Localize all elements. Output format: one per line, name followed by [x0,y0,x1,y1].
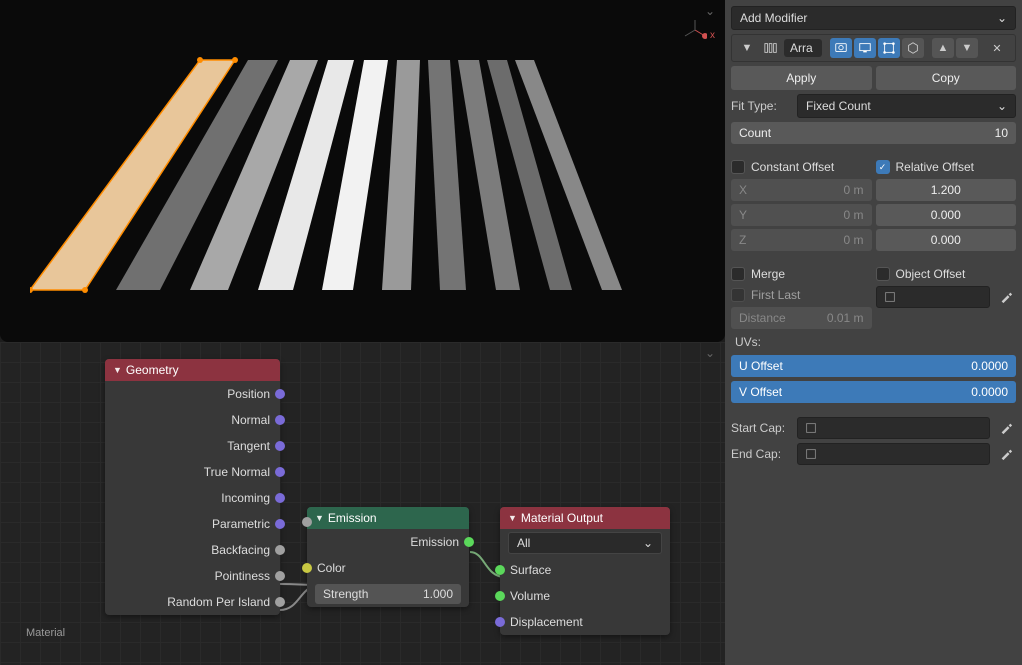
apply-button[interactable]: Apply [731,66,872,90]
modifier-header: ▼ Arra ▲ ▼ ✕ [731,34,1016,62]
start-cap-label: Start Cap: [731,421,791,435]
move-down-button[interactable]: ▼ [956,38,978,58]
node-title: Emission [328,511,377,525]
output-backfacing[interactable]: Backfacing [105,537,280,563]
end-cap-field[interactable] [797,443,990,465]
input-color[interactable]: Color [307,555,469,581]
add-modifier-dropdown[interactable]: Add Modifier ⌄ [731,6,1016,30]
constant-offset-checkbox[interactable] [731,160,745,174]
object-icon [883,290,897,304]
3d-viewport[interactable]: ⌄ x [0,0,725,342]
object-icon [804,447,818,461]
start-cap-field[interactable] [797,417,990,439]
editmode-toggle[interactable] [878,38,900,58]
eyedropper-icon[interactable] [996,444,1016,464]
node-header[interactable]: ▼ Emission [307,507,469,529]
strength-field[interactable]: Strength 1.000 [307,581,469,607]
const-x-field[interactable]: X0 m [731,179,872,201]
render-toggle[interactable] [830,38,852,58]
eyedropper-icon[interactable] [996,418,1016,438]
distance-field[interactable]: Distance0.01 m [731,307,872,329]
rel-y-field[interactable]: 0.000 [876,204,1017,226]
eyedropper-icon[interactable] [996,287,1016,307]
triangle-down-icon[interactable]: ▼ [736,38,758,58]
merge-checkbox[interactable] [731,267,745,281]
node-title: Geometry [126,363,179,377]
v-offset-field[interactable]: V Offset0.0000 [731,381,1016,403]
emission-node[interactable]: ▼ Emission Emission Color Strength 1.000 [307,507,469,607]
output-parametric[interactable]: Parametric [105,511,280,537]
node-editor[interactable]: ⌄ Material ▼ Geometry Position Normal Ta… [0,342,725,665]
output-pointiness[interactable]: Pointiness [105,563,280,589]
target-select[interactable]: All ⌄ [500,529,670,557]
input-displacement[interactable]: Displacement [500,609,670,635]
chevron-down-icon: ⌄ [997,11,1007,25]
output-normal[interactable]: Normal [105,407,280,433]
u-offset-field[interactable]: U Offset0.0000 [731,355,1016,377]
realtime-toggle[interactable] [854,38,876,58]
triangle-down-icon: ▼ [508,513,517,523]
axis-gizmo[interactable]: x [683,18,707,42]
output-tangent[interactable]: Tangent [105,433,280,459]
triangle-down-icon: ▼ [113,365,122,375]
rel-x-field[interactable]: 1.200 [876,179,1017,201]
end-cap-label: End Cap: [731,447,791,461]
const-z-field[interactable]: Z0 m [731,229,872,251]
geometry-node[interactable]: ▼ Geometry Position Normal Tangent True … [105,359,280,615]
input-surface[interactable]: Surface [500,557,670,583]
output-incoming[interactable]: Incoming [105,485,280,511]
const-y-field[interactable]: Y0 m [731,204,872,226]
output-random-per-island[interactable]: Random Per Island [105,589,280,615]
object-offset-checkbox[interactable] [876,267,890,281]
close-icon[interactable]: ✕ [986,38,1008,58]
relative-offset-checkbox[interactable]: ✓ [876,160,890,174]
node-header[interactable]: ▼ Geometry [105,359,280,381]
chevron-down-icon: ⌄ [997,99,1007,113]
triangle-down-icon: ▼ [315,513,324,523]
node-header[interactable]: ▼ Material Output [500,507,670,529]
input-volume[interactable]: Volume [500,583,670,609]
fit-type-label: Fit Type: [731,99,791,113]
first-last-checkbox[interactable] [731,288,745,302]
rel-z-field[interactable]: 0.000 [876,229,1017,251]
chevron-down-icon[interactable]: ⌄ [705,4,715,18]
copy-button[interactable]: Copy [876,66,1017,90]
output-true-normal[interactable]: True Normal [105,459,280,485]
move-up-button[interactable]: ▲ [932,38,954,58]
material-output-node[interactable]: ▼ Material Output All ⌄ Surface Volume D… [500,507,670,635]
node-title: Material Output [521,511,603,525]
axis-x-label: x [710,30,715,41]
output-emission[interactable]: Emission [307,529,469,555]
chevron-updown-icon: ⌄ [643,536,653,550]
cage-toggle[interactable] [902,38,924,58]
material-name: Material [26,627,65,639]
object-offset-field[interactable] [876,286,991,308]
uvs-label: UVs: [731,333,1016,351]
output-position[interactable]: Position [105,381,280,407]
modifier-panel: Add Modifier ⌄ ▼ Arra ▲ ▼ ✕ Apply Copy F… [725,0,1022,665]
count-field[interactable]: Count 10 [731,122,1016,144]
array-icon [760,38,782,58]
chevron-down-icon[interactable]: ⌄ [705,346,715,360]
modifier-name-field[interactable]: Arra [784,39,822,57]
fit-type-select[interactable]: Fixed Count ⌄ [797,94,1016,118]
rendered-stripes [30,50,690,300]
object-icon [804,421,818,435]
